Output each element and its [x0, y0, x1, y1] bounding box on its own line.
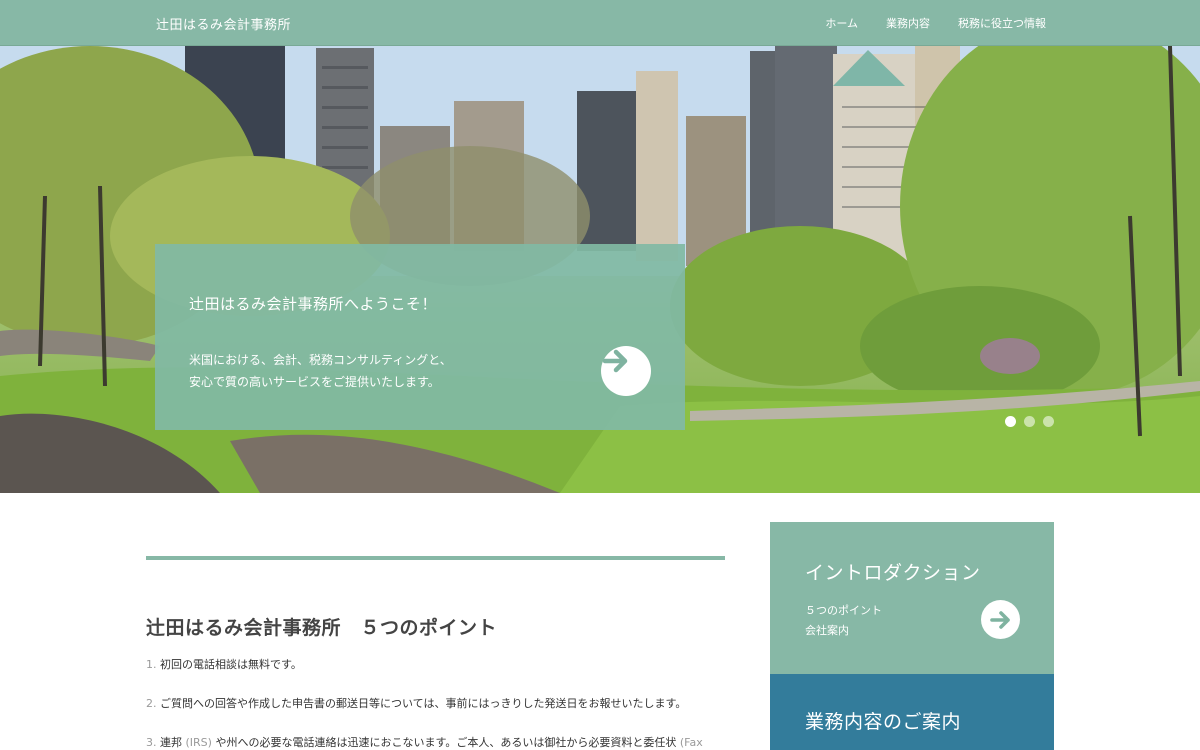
arrow-right-icon — [602, 349, 628, 373]
point-text: 初回の電話相談は無料です。 — [160, 658, 302, 671]
arrow-right-icon — [989, 610, 1010, 629]
main-nav: ホーム 業務内容 税務に役立つ情報 — [825, 15, 1046, 31]
hero-slider: 辻田はるみ会計事務所へようこそ！ 米国における、会計、税務コンサルティングと、 … — [0, 46, 1200, 493]
nav-services[interactable]: 業務内容 — [886, 15, 930, 31]
list-item: 2. ご質問への回答や作成した申告書の郵送日等については、事前にはっきりした発送… — [146, 695, 726, 711]
point-text-fax: (Fax — [679, 736, 703, 749]
slider-dot-2[interactable] — [1024, 416, 1035, 427]
intro-card-links: ５つのポイント 会社案内 — [805, 601, 882, 641]
hero-line-2: 安心で質の高いサービスをご提供いたします。 — [189, 375, 440, 389]
point-text-mid: や州への必要な電話連絡は迅速におこないます。ご本人、あるいは御社から必要資料と委… — [211, 736, 680, 749]
point-number: 1. — [146, 658, 157, 671]
nav-tax-info[interactable]: 税務に役立つ情報 — [958, 15, 1046, 31]
section-title: 辻田はるみ会計事務所 ５つのポイント — [146, 617, 498, 639]
slider-dot-3[interactable] — [1043, 416, 1054, 427]
services-card-title: 業務内容のご案内 — [805, 711, 962, 733]
point-text-pre: 連邦 — [160, 736, 186, 749]
list-item: 1. 初回の電話相談は無料です。 — [146, 656, 726, 672]
list-item: 3. 連邦 (IRS) や州への必要な電話連絡は迅速におこないます。ご本人、ある… — [146, 734, 726, 750]
intro-link-company[interactable]: 会社案内 — [805, 621, 882, 641]
top-navbar: 辻田はるみ会計事務所 ホーム 業務内容 税務に役立つ情報 — [0, 0, 1200, 46]
point-number: 2. — [146, 697, 157, 710]
intro-card: イントロダクション ５つのポイント 会社案内 — [770, 522, 1054, 674]
site-brand-link[interactable]: 辻田はるみ会計事務所 — [156, 14, 291, 33]
hero-arrow-button[interactable] — [601, 346, 651, 396]
intro-arrow-button[interactable] — [981, 600, 1020, 639]
points-list: 1. 初回の電話相談は無料です。 2. ご質問への回答や作成した申告書の郵送日等… — [146, 656, 726, 750]
section-divider — [146, 556, 725, 560]
hero-caption-panel: 辻田はるみ会計事務所へようこそ！ 米国における、会計、税務コンサルティングと、 … — [155, 244, 685, 430]
hero-title: 辻田はるみ会計事務所へようこそ！ — [189, 295, 438, 313]
slider-dot-1[interactable] — [1005, 416, 1016, 427]
point-text-irs: (IRS) — [185, 736, 212, 749]
services-card[interactable]: 業務内容のご案内 — [770, 674, 1054, 750]
nav-home[interactable]: ホーム — [825, 15, 858, 31]
intro-link-five-points[interactable]: ５つのポイント — [805, 601, 882, 621]
hero-line-1: 米国における、会計、税務コンサルティングと、 — [189, 353, 452, 367]
hero-description: 米国における、会計、税務コンサルティングと、 安心で質の高いサービスをご提供いた… — [189, 349, 569, 393]
point-text: ご質問への回答や作成した申告書の郵送日等については、事前にはっきりした発送日をお… — [160, 697, 687, 710]
intro-card-title: イントロダクション — [805, 562, 981, 584]
point-number: 3. — [146, 736, 157, 749]
slider-dots — [1005, 416, 1054, 427]
